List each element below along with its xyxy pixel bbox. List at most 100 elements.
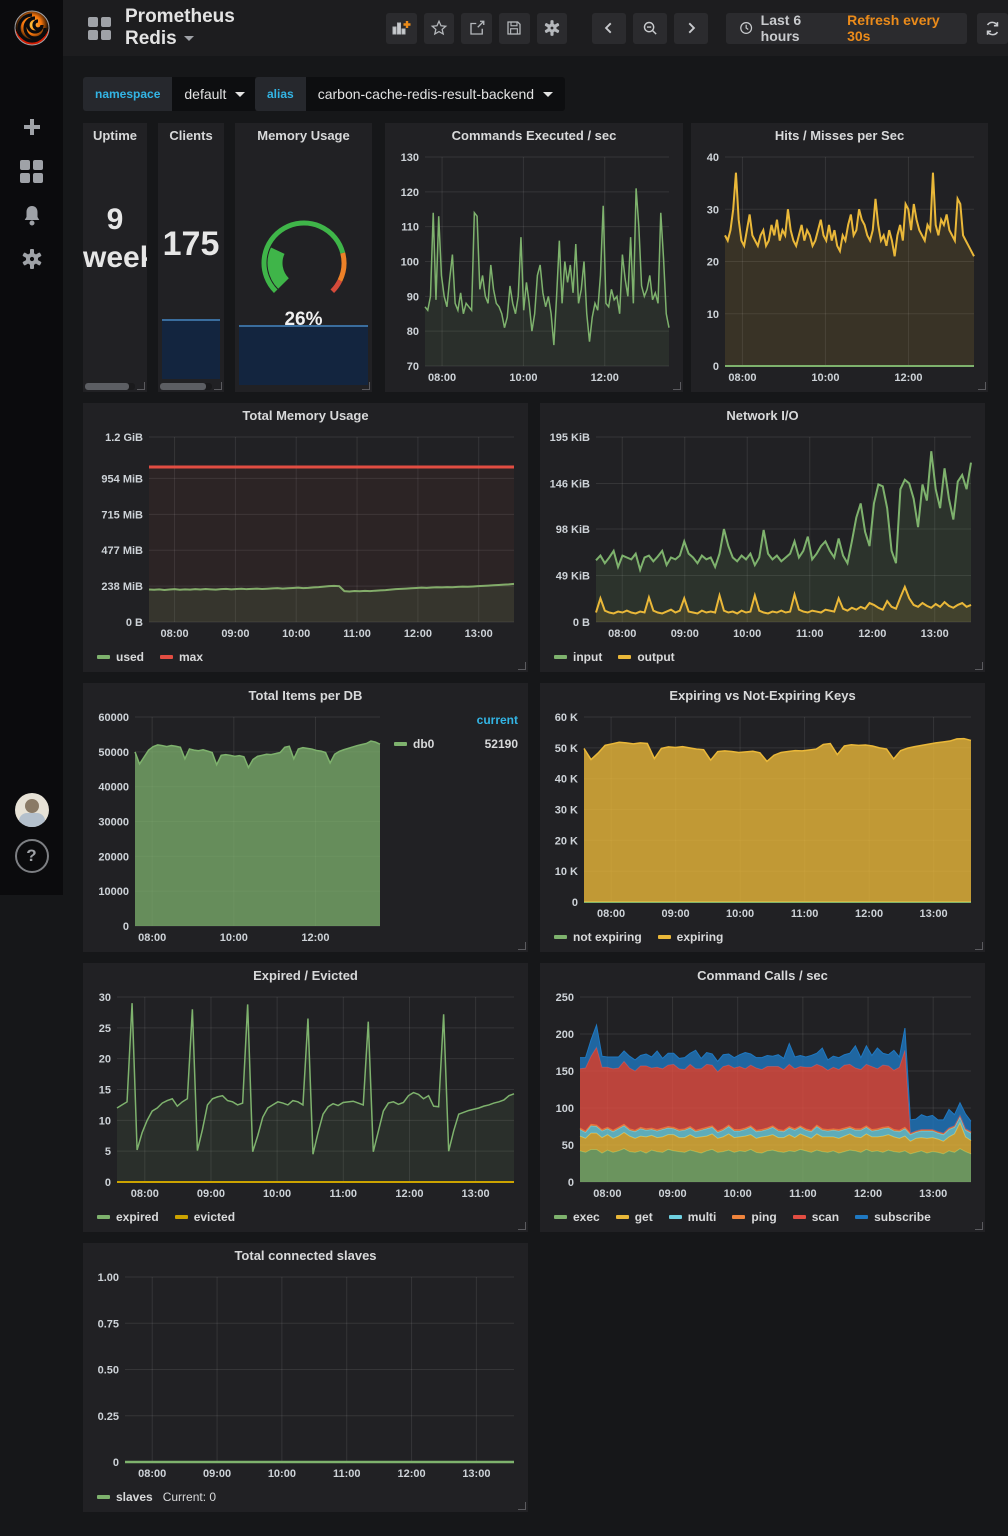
legend-item-db0[interactable]: db052190 <box>394 737 518 751</box>
legend-item-used[interactable]: used <box>97 650 144 664</box>
panel-settings-gear-button[interactable] <box>537 13 568 44</box>
svg-text:30: 30 <box>707 204 719 216</box>
resize-handle[interactable] <box>975 942 983 950</box>
svg-text:12:00: 12:00 <box>858 628 886 640</box>
panel-expiring-keys: Expiring vs Not-Expiring Keys 08:0009:00… <box>540 683 985 952</box>
chart-legend: slavesCurrent: 0 <box>97 1487 216 1507</box>
legend-item-scan[interactable]: scan <box>793 1210 839 1224</box>
chart-commands-executed[interactable]: 08:0010:0012:00708090100110120130 <box>389 149 677 386</box>
svg-text:0 B: 0 B <box>126 617 143 629</box>
alias-value-dropdown[interactable]: carbon-cache-redis-result-backend <box>306 77 565 111</box>
resize-handle[interactable] <box>518 1502 526 1510</box>
panel-title[interactable]: Total Memory Usage <box>83 403 528 429</box>
legend-item-max[interactable]: max <box>160 650 203 664</box>
namespace-variable[interactable]: namespace default <box>83 77 257 111</box>
panel-title[interactable]: Total connected slaves <box>83 1243 528 1269</box>
help-glyph: ? <box>26 846 36 866</box>
panel-title[interactable]: Network I/O <box>540 403 985 429</box>
legend-item-multi[interactable]: multi <box>669 1210 717 1224</box>
namespace-value: default <box>184 86 226 102</box>
legend-item-get[interactable]: get <box>616 1210 653 1224</box>
chart-expired-evicted[interactable]: 08:0009:0010:0011:0012:0013:000510152025… <box>87 989 522 1202</box>
resize-handle[interactable] <box>673 382 681 390</box>
user-avatar[interactable] <box>15 793 49 827</box>
svg-text:12:00: 12:00 <box>404 628 432 640</box>
svg-text:08:00: 08:00 <box>593 1188 621 1200</box>
add-icon[interactable] <box>0 105 63 149</box>
panel-title[interactable]: Expired / Evicted <box>83 963 528 989</box>
svg-text:30000: 30000 <box>98 817 129 829</box>
chart-network-io[interactable]: 08:0009:0010:0011:0012:0013:000 B49 KiB9… <box>544 429 979 642</box>
chart-expiring-keys[interactable]: 08:0009:0010:0011:0012:0013:00010 K20 K3… <box>544 709 979 922</box>
panel-title[interactable]: Expiring vs Not-Expiring Keys <box>540 683 985 709</box>
settings-gear-icon[interactable] <box>0 237 63 281</box>
chart-hits-misses[interactable]: 08:0010:0012:00010203040 <box>695 149 982 386</box>
panel-title[interactable]: Command Calls / sec <box>540 963 985 989</box>
time-back-button[interactable] <box>592 13 626 44</box>
panel-title[interactable]: Commands Executed / sec <box>385 123 683 149</box>
alias-variable[interactable]: alias carbon-cache-redis-result-backend <box>255 77 565 111</box>
scrollbar[interactable] <box>160 383 212 390</box>
star-button[interactable] <box>424 13 455 44</box>
resize-handle[interactable] <box>362 382 370 390</box>
time-forward-button[interactable] <box>674 13 708 44</box>
svg-text:200: 200 <box>556 1029 574 1041</box>
resize-handle[interactable] <box>518 1222 526 1230</box>
help-icon[interactable]: ? <box>15 839 49 873</box>
legend-item-input[interactable]: input <box>554 650 602 664</box>
panel-total-items: Total Items per DB 08:0010:0012:00010000… <box>83 683 528 952</box>
resize-handle[interactable] <box>137 382 145 390</box>
svg-text:12:00: 12:00 <box>855 908 883 920</box>
dashboard-title[interactable]: Prometheus Redis <box>125 6 291 50</box>
grafana-logo-icon[interactable] <box>10 6 54 50</box>
resize-handle[interactable] <box>518 942 526 950</box>
legend-item-slaves[interactable]: slavesCurrent: 0 <box>97 1490 216 1504</box>
resize-handle[interactable] <box>978 382 986 390</box>
panel-memory-usage: Memory Usage 26% <box>235 123 372 392</box>
chart-connected-slaves[interactable]: 08:0009:0010:0011:0012:0013:0000.250.500… <box>87 1269 522 1482</box>
legend-item-subscribe[interactable]: subscribe <box>855 1210 931 1224</box>
legend-item-expiring[interactable]: expiring <box>658 930 724 944</box>
zoom-out-button[interactable] <box>633 13 667 44</box>
svg-text:0 B: 0 B <box>573 617 590 629</box>
svg-text:10:00: 10:00 <box>268 1468 296 1480</box>
chart-legend-right: current db052190 <box>394 713 518 751</box>
resize-handle[interactable] <box>518 662 526 670</box>
panel-title[interactable]: Total Items per DB <box>83 683 528 709</box>
svg-text:40: 40 <box>707 152 719 164</box>
svg-text:70: 70 <box>407 361 419 373</box>
legend-item-expired[interactable]: expired <box>97 1210 159 1224</box>
share-button[interactable] <box>461 13 492 44</box>
clients-value: 175 <box>158 223 224 266</box>
scrollbar[interactable] <box>85 383 135 390</box>
resize-handle[interactable] <box>975 662 983 670</box>
svg-text:11:00: 11:00 <box>330 1188 358 1200</box>
panel-title[interactable]: Uptime <box>83 123 147 149</box>
panel-title[interactable]: Memory Usage <box>235 123 372 149</box>
legend-item-evicted[interactable]: evicted <box>175 1210 235 1224</box>
chart-total-items[interactable]: 08:0010:0012:000100002000030000400005000… <box>87 709 388 946</box>
legend-item-output[interactable]: output <box>618 650 674 664</box>
panel-title[interactable]: Hits / Misses per Sec <box>691 123 988 149</box>
dashboard-picker-icon[interactable] <box>88 17 111 40</box>
legend-item-not-expiring[interactable]: not expiring <box>554 930 642 944</box>
resize-handle[interactable] <box>214 382 222 390</box>
svg-text:80: 80 <box>407 326 419 338</box>
chart-total-memory[interactable]: 08:0009:0010:0011:0012:0013:000 B238 MiB… <box>87 429 522 642</box>
svg-text:08:00: 08:00 <box>608 628 636 640</box>
panel-title[interactable]: Clients <box>158 123 224 149</box>
time-range-picker[interactable]: Last 6 hours Refresh every 30s <box>726 13 967 44</box>
dashboards-icon[interactable] <box>0 149 63 193</box>
save-button[interactable] <box>499 13 530 44</box>
legend-current-header[interactable]: current <box>394 713 518 727</box>
chart-command-calls[interactable]: 08:0009:0010:0011:0012:0013:000501001502… <box>544 989 979 1202</box>
svg-text:10:00: 10:00 <box>724 1188 752 1200</box>
legend-item-exec[interactable]: exec <box>554 1210 600 1224</box>
alerting-bell-icon[interactable] <box>0 193 63 237</box>
grafana-dashboard: ? Prometheus Redis <box>0 0 1008 1536</box>
add-panel-button[interactable] <box>386 13 417 44</box>
refresh-button[interactable] <box>977 13 1008 44</box>
legend-item-ping[interactable]: ping <box>732 1210 776 1224</box>
resize-handle[interactable] <box>975 1222 983 1230</box>
namespace-value-dropdown[interactable]: default <box>172 77 257 111</box>
